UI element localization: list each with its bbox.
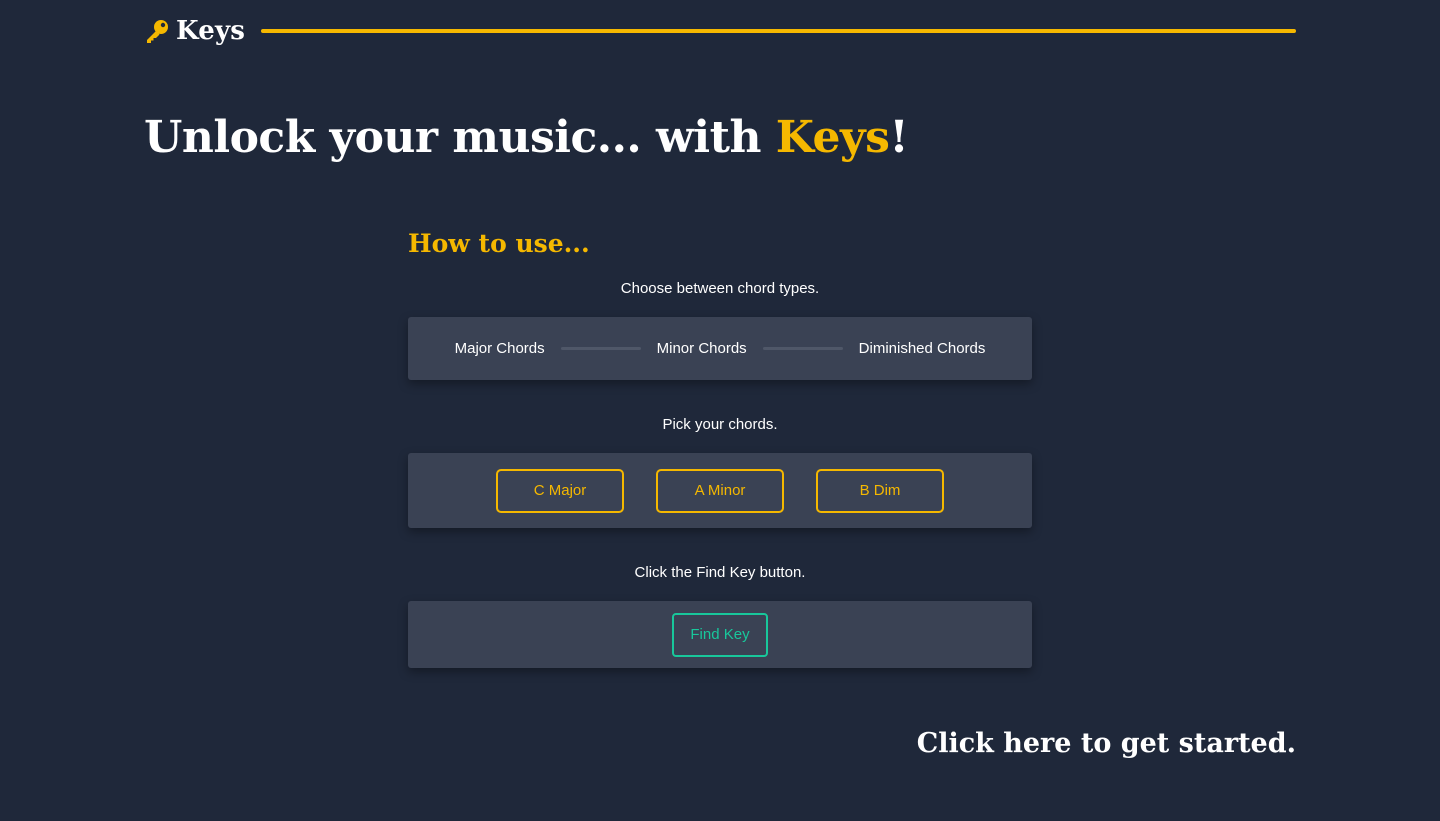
chord-button-b-dim[interactable]: B Dim bbox=[816, 468, 944, 513]
chord-button-c-major[interactable]: C Major bbox=[496, 468, 624, 513]
key-icon bbox=[144, 18, 170, 44]
chord-type-divider bbox=[560, 347, 641, 350]
get-started-link[interactable]: Click here to get started. bbox=[917, 728, 1296, 759]
hero-title-accent: Keys bbox=[775, 112, 890, 163]
chord-type-minor[interactable]: Minor Chords bbox=[657, 340, 747, 357]
chord-picker-panel: C Major A Minor B Dim bbox=[408, 453, 1032, 528]
chord-type-diminished[interactable]: Diminished Chords bbox=[859, 340, 986, 357]
brand-link[interactable]: Keys bbox=[144, 16, 245, 46]
find-key-button[interactable]: Find Key bbox=[672, 612, 768, 657]
step-2-text: Pick your chords. bbox=[662, 416, 778, 433]
hero-title-prefix: Unlock your music... with bbox=[144, 112, 776, 163]
how-to-title: How to use... bbox=[408, 229, 590, 258]
step-1-text: Choose between chord types. bbox=[620, 280, 820, 297]
chord-type-major[interactable]: Major Chords bbox=[455, 340, 545, 357]
brand-name: Keys bbox=[176, 16, 246, 46]
chord-type-divider bbox=[762, 347, 843, 350]
how-to-section: How to use... Choose between chord types… bbox=[408, 226, 1032, 668]
header-divider bbox=[261, 29, 1296, 33]
find-key-panel: Find Key bbox=[408, 601, 1032, 668]
site-header: Keys bbox=[144, 12, 1296, 50]
step-3-text: Click the Find Key button. bbox=[634, 564, 806, 581]
hero-title: Unlock your music... with Keys! bbox=[144, 112, 909, 163]
chord-button-a-minor[interactable]: A Minor bbox=[656, 468, 784, 513]
chord-types-panel: Major Chords Minor Chords Diminished Cho… bbox=[408, 317, 1032, 380]
hero-title-suffix: ! bbox=[889, 112, 909, 163]
